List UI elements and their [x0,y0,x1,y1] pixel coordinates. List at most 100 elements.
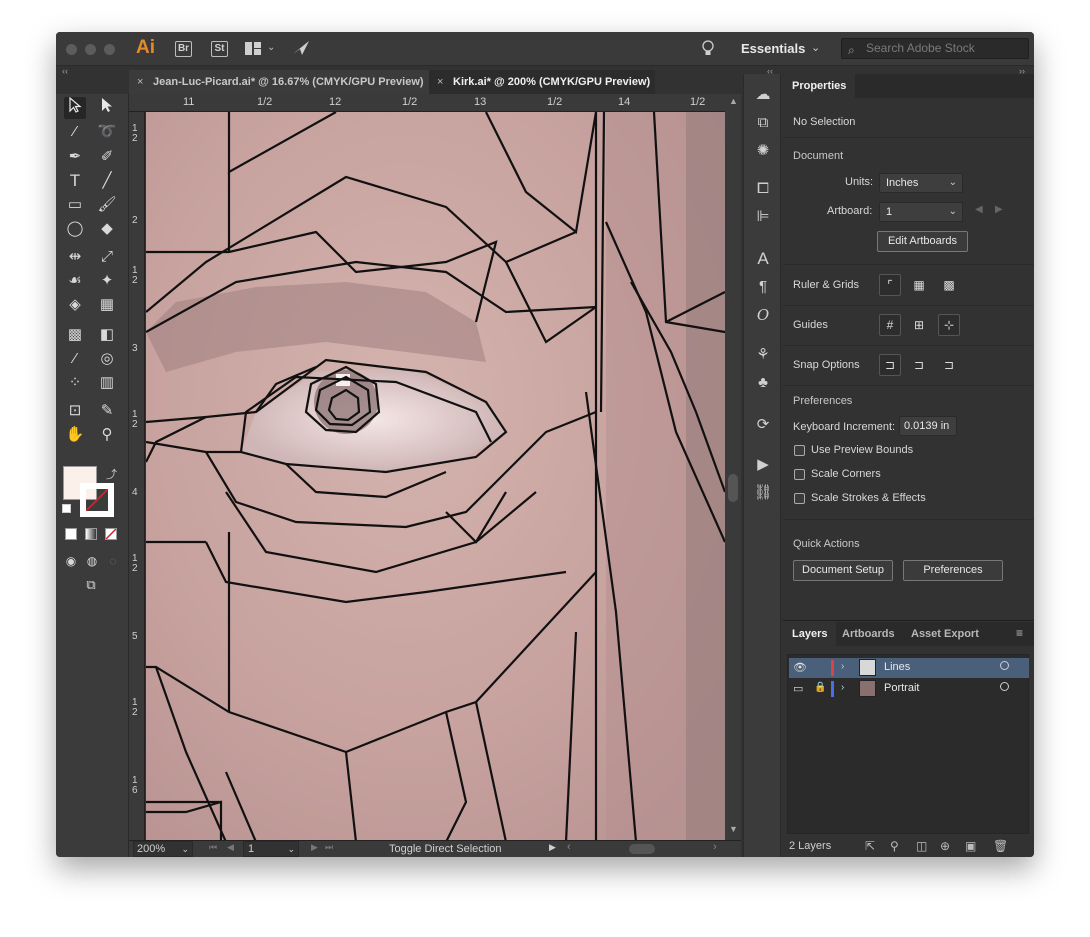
lightbulb-icon[interactable] [702,40,714,62]
lock-icon[interactable]: 🔒 [814,682,826,693]
panel-menu-icon[interactable]: ≡ [1016,626,1023,640]
minimize-window-button[interactable] [85,44,96,55]
scroll-up-icon[interactable]: ▲ [729,96,738,106]
export-selection-icon[interactable]: ⇱ [865,839,875,853]
character-icon[interactable]: A [752,248,774,270]
keyboard-increment-input[interactable]: 0.0139 in [899,416,957,436]
symbol-sprayer-tool-icon[interactable]: ⁘ [64,372,86,394]
horizontal-scroll-thumb[interactable] [629,844,655,854]
layer-row[interactable]: 👁 › Lines [789,658,1029,678]
paragraph-icon[interactable]: ¶ [752,276,774,298]
curvature-tool-icon[interactable]: ✐ [96,146,118,168]
scroll-thumb[interactable] [728,474,738,502]
draw-normal-icon[interactable]: ◉ [60,550,82,572]
snap-to-point-icon[interactable]: ⊐ [879,354,901,376]
opentype-icon[interactable]: O [752,304,774,326]
type-tool-icon[interactable]: T [64,170,86,192]
column-graph-tool-icon[interactable]: ▥ [96,372,118,394]
export-icon[interactable]: ⧉ [752,112,774,134]
pen-tool-icon[interactable]: ✒ [64,146,86,168]
lasso-tool-icon[interactable]: ➰ [96,121,118,143]
pathfinder-icon[interactable]: ⧠ [752,178,774,200]
draw-behind-icon[interactable]: ◍ [81,550,103,572]
libraries-icon[interactable]: ☁ [752,84,774,106]
preferences-button[interactable]: Preferences [903,560,1003,581]
artboard-dropdown[interactable]: 1 ⌄ [879,202,963,222]
selection-tool-icon[interactable] [64,96,86,119]
expand-arrow-icon[interactable]: › [841,682,844,693]
tab-kirk[interactable]: × Kirk.ai* @ 200% (CMYK/GPU Preview) [429,70,655,94]
tab-artboards[interactable]: Artboards [833,622,904,646]
next-artboard-icon[interactable]: ▶ [995,204,1003,215]
zoom-window-button[interactable] [104,44,115,55]
target-circle-icon[interactable] [1000,682,1009,691]
locate-object-icon[interactable]: ⚲ [890,839,899,853]
eraser-tool-icon[interactable]: ◆ [96,218,118,240]
hand-tool-icon[interactable]: ✋ [64,424,86,446]
transform-icon[interactable]: ⟳ [752,414,774,436]
screen-mode-icon[interactable]: ⧉ [80,574,102,596]
draw-inside-icon[interactable]: ◌ [102,550,124,572]
blend-tool-icon[interactable]: ◎ [96,348,118,370]
bridge-button[interactable]: Br [175,41,192,57]
actions-icon[interactable]: ▶ [752,454,774,476]
tab-properties[interactable]: Properties [783,74,856,98]
chevron-down-icon[interactable]: ⌄ [267,42,275,53]
edit-artboards-button[interactable]: Edit Artboards [877,231,968,252]
next-artboard-icon[interactable]: ▶ [311,842,318,853]
lock-guides-icon[interactable]: ⊞ [908,314,930,336]
links-icon[interactable]: ⛓ [752,482,774,504]
new-sublayer-icon[interactable]: ⊕ [940,839,950,853]
magic-wand-tool-icon[interactable]: ⁄ [64,121,86,143]
color-mode-icon[interactable] [65,528,77,540]
workspace-chevron-icon[interactable]: ⌄ [811,41,820,54]
perspective-grid-tool-icon[interactable]: ▦ [96,294,118,316]
gradient-tool-icon[interactable]: ◧ [96,324,118,346]
close-tab-icon[interactable]: × [437,70,443,94]
use-preview-bounds-checkbox[interactable] [794,445,805,456]
scroll-right-icon[interactable]: › [713,841,717,853]
tab-asset-export[interactable]: Asset Export [902,622,988,646]
puppet-warp-tool-icon[interactable]: ✦ [96,270,118,292]
shape-builder-tool-icon[interactable]: ◈ [64,294,86,316]
units-dropdown[interactable]: Inches ⌄ [879,173,963,193]
paintbrush-tool-icon[interactable]: 🖌 [96,194,118,216]
scale-strokes-checkbox[interactable] [794,493,805,504]
snap-to-pixel-icon[interactable]: ⊐ [908,354,930,376]
align-icon[interactable]: ⊫ [752,206,774,228]
layer-row[interactable]: ▭ 🔒 › Portrait [789,679,1029,699]
warp-tool-icon[interactable]: ☙ [64,270,86,292]
trash-icon[interactable]: 🗑 [993,839,1008,853]
smart-guides-icon[interactable]: ⊹ [938,314,960,336]
snap-to-glyph-icon[interactable]: ⊐ [938,354,960,376]
arrange-documents-icon[interactable] [245,42,261,55]
close-tab-icon[interactable]: × [137,70,143,94]
scale-tool-icon[interactable]: ⤢ [96,246,118,268]
expand-arrow-icon[interactable]: › [841,661,844,672]
tab-layers[interactable]: Layers [783,622,837,646]
document-setup-button[interactable]: Document Setup [793,560,893,581]
target-circle-icon[interactable] [1000,661,1009,670]
stock-search-input[interactable]: ⌕ Search Adobe Stock [841,38,1029,59]
scroll-left-icon[interactable]: ‹ [567,841,571,853]
rulers-icon[interactable]: ⌜ [879,274,901,296]
gradient-mode-icon[interactable] [85,528,97,540]
slice-tool-icon[interactable]: ✎ [96,400,118,422]
prev-artboard-icon[interactable]: ◀ [227,842,234,853]
stock-button[interactable]: St [211,41,228,57]
scale-corners-checkbox[interactable] [794,469,805,480]
zoom-level-dropdown[interactable]: 200% ⌄ [133,841,193,857]
swap-fill-stroke-icon[interactable]: ⤴ [106,466,117,482]
make-clipping-mask-icon[interactable]: ◫ [916,839,927,853]
shaper-tool-icon[interactable]: ◯ [64,218,86,240]
appearance-icon[interactable]: ✺ [752,140,774,162]
tab-jean-luc-picard[interactable]: × Jean-Luc-Picard.ai* @ 16.67% (CMYK/GPU… [129,70,429,94]
direct-selection-tool-icon[interactable] [96,97,118,119]
rectangle-tool-icon[interactable]: ▭ [64,194,86,216]
close-window-button[interactable] [66,44,77,55]
new-layer-icon[interactable]: ▣ [965,839,976,853]
default-colors-icon[interactable] [62,504,71,513]
reflect-tool-icon[interactable]: ⇹ [64,246,86,268]
collapse-toolbar-icon[interactable]: ‹‹ [62,66,68,76]
artboard-number-field[interactable]: 1 ⌄ [243,841,299,857]
